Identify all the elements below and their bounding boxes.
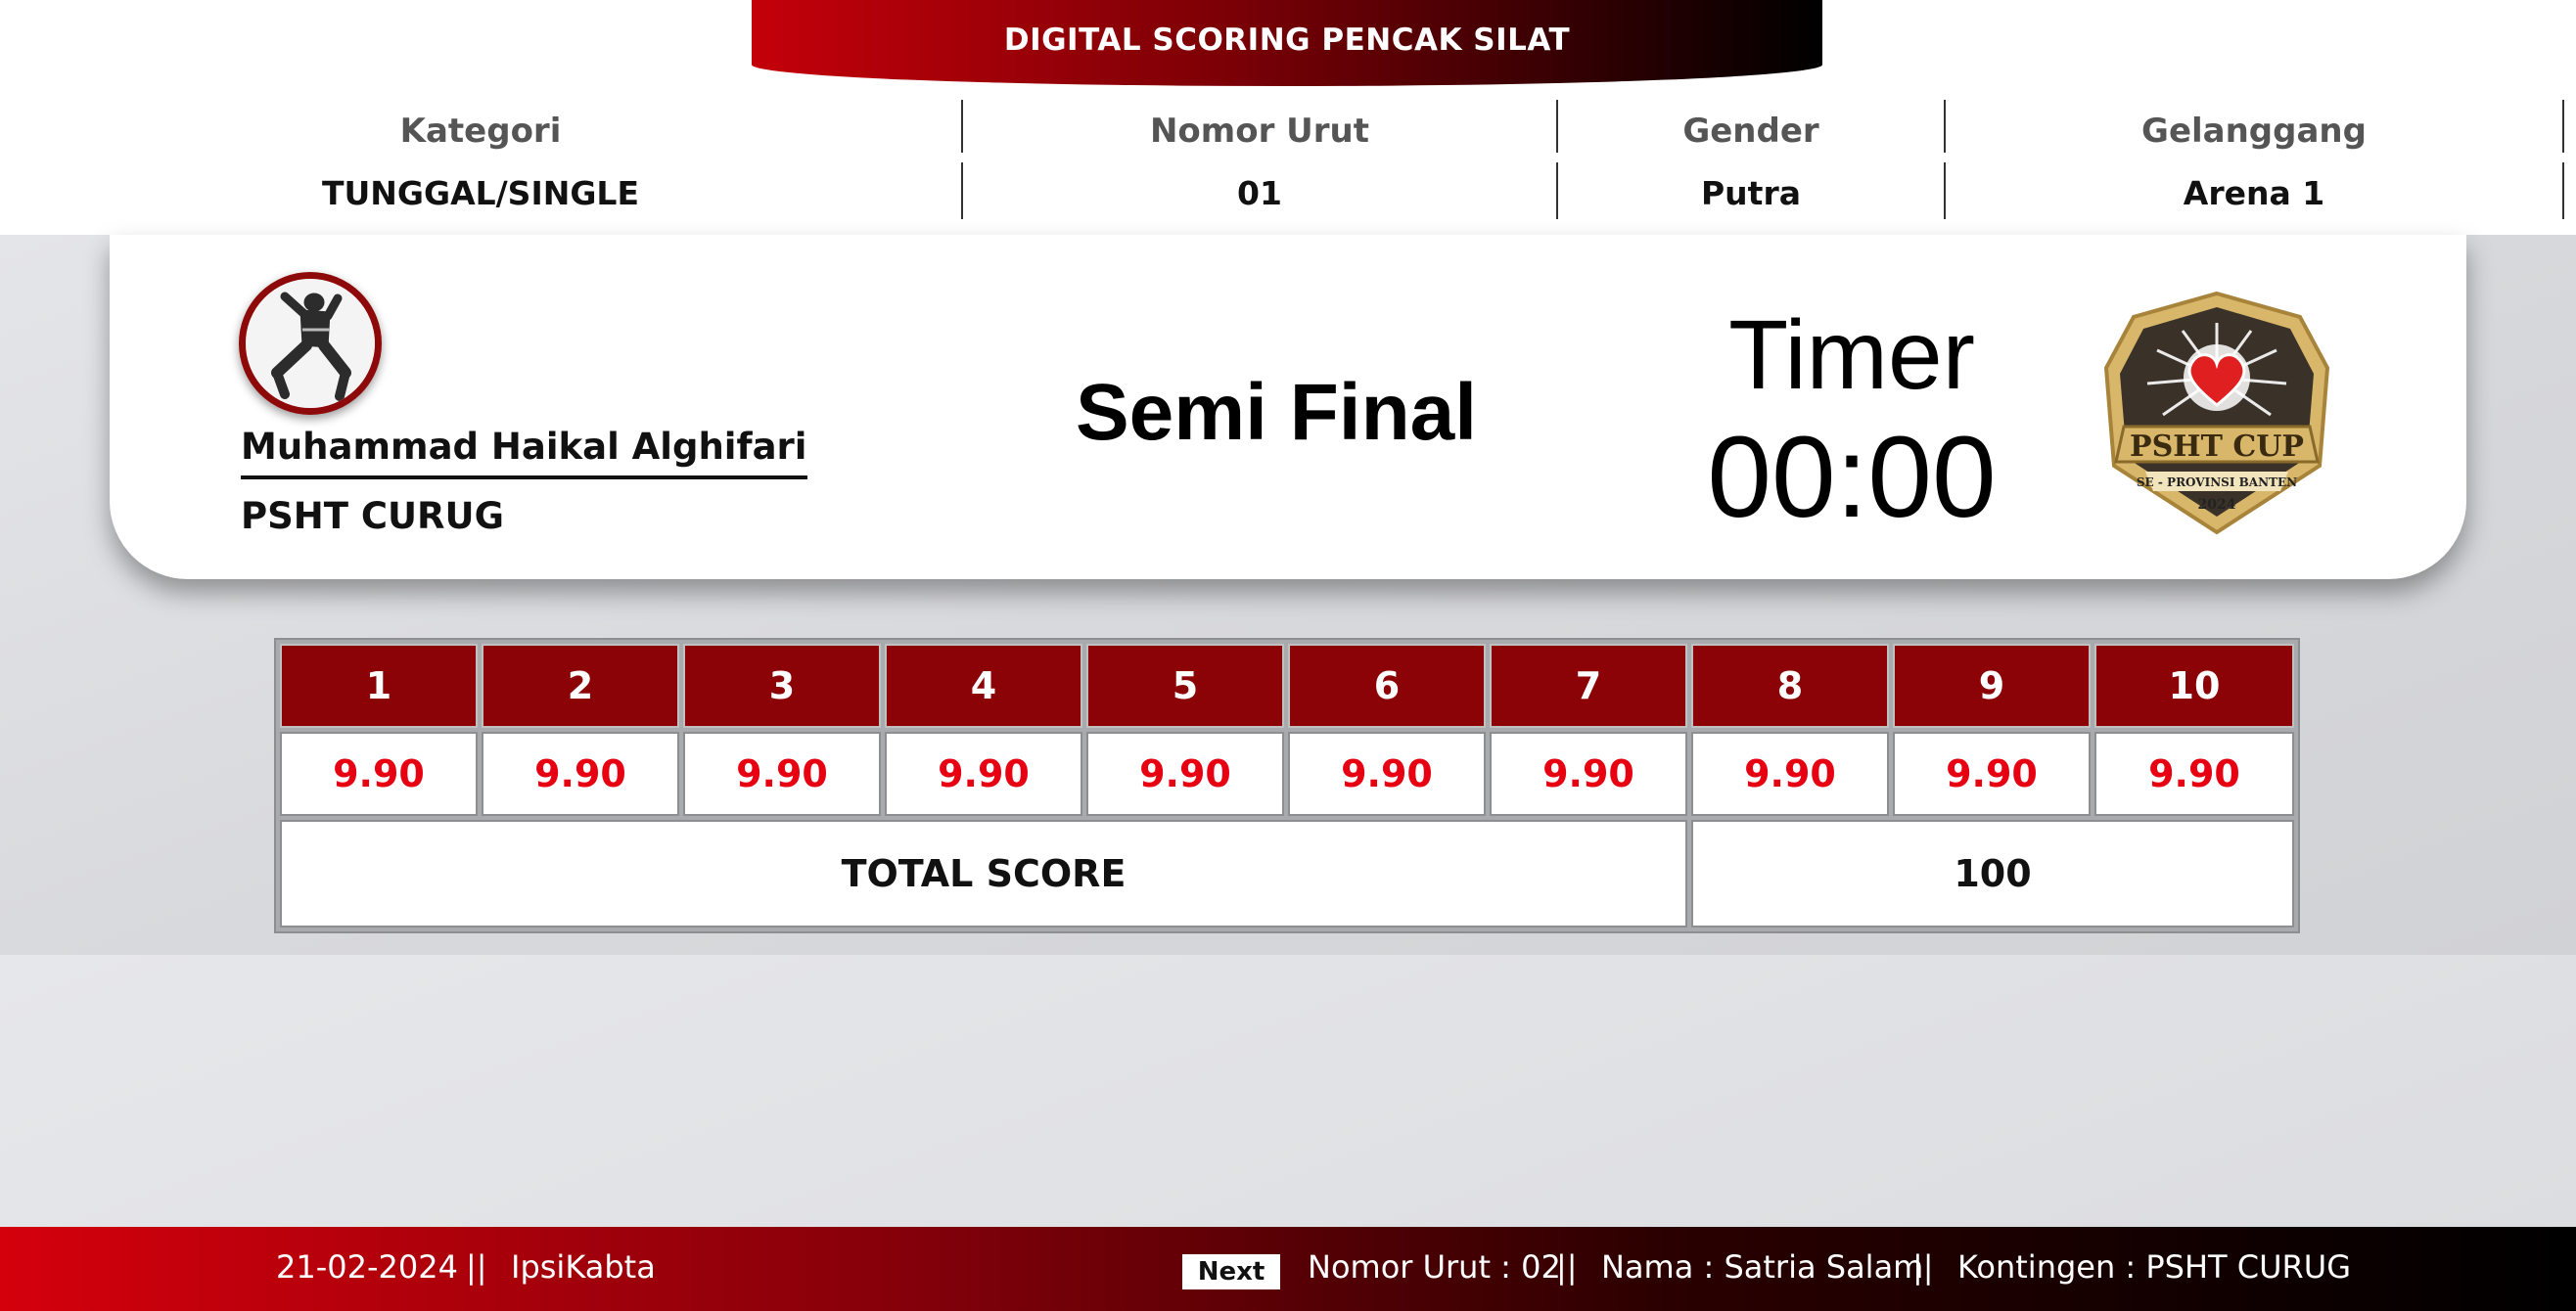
next-athlete-team: Kontingen : PSHT CURUG xyxy=(1957,1248,2351,1286)
judge-header-5: 5 xyxy=(1086,644,1284,728)
judge-score-2: 9.90 xyxy=(482,732,679,816)
header-banner: DIGITAL SCORING PENCAK SILAT xyxy=(752,0,1822,86)
background-band xyxy=(0,955,2576,1229)
psht-cup-logo: PSHT CUP SE - PROVINSI BANTEN 2024 xyxy=(2094,290,2339,536)
info-label: Kategori xyxy=(399,112,562,151)
judge-score-6: 9.90 xyxy=(1288,732,1486,816)
footer-separator: || xyxy=(1912,1248,1934,1286)
judge-score-9: 9.90 xyxy=(1893,732,2091,816)
info-value: Arena 1 xyxy=(2183,174,2325,212)
judge-score-7: 9.90 xyxy=(1490,732,1687,816)
silat-pose-icon xyxy=(239,272,382,415)
info-nomor-urut: Nomor Urut 01 xyxy=(963,102,1556,219)
judge-header-3: 3 xyxy=(683,644,881,728)
judge-header-6: 6 xyxy=(1288,644,1486,728)
judge-header-9: 9 xyxy=(1893,644,2091,728)
judge-header-10: 10 xyxy=(2094,644,2294,728)
athlete-team: PSHT CURUG xyxy=(241,495,504,537)
judge-score-3: 9.90 xyxy=(683,732,881,816)
info-label: Gender xyxy=(1682,112,1819,151)
judge-score-8: 9.90 xyxy=(1691,732,1889,816)
judge-header-2: 2 xyxy=(482,644,679,728)
footer-separator: || xyxy=(466,1248,487,1286)
logo-subtitle: SE - PROVINSI BANTEN xyxy=(2137,475,2297,489)
next-athlete-name: Nama : Satria Salam xyxy=(1601,1248,1924,1286)
athlete-name: Muhammad Haikal Alghifari xyxy=(241,426,807,479)
total-score-value: 100 xyxy=(1691,820,2294,927)
score-table: 1 2 3 4 5 6 7 8 9 10 9.90 9.90 9.90 9.90… xyxy=(274,638,2300,933)
total-score-label: TOTAL SCORE xyxy=(280,820,1687,927)
page-title: DIGITAL SCORING PENCAK SILAT xyxy=(1003,23,1571,58)
judge-score-4: 9.90 xyxy=(885,732,1082,816)
info-gelanggang: Gelanggang Arena 1 xyxy=(1946,102,2562,219)
info-label: Gelanggang xyxy=(2141,112,2367,151)
logo-title: PSHT CUP xyxy=(2130,429,2304,464)
logo-year: 2024 xyxy=(2198,497,2236,513)
info-value: TUNGGAL/SINGLE xyxy=(321,174,640,212)
match-info-strip: Kategori TUNGGAL/SINGLE Nomor Urut 01 Ge… xyxy=(0,90,2576,235)
info-value: 01 xyxy=(1237,174,1282,212)
next-badge: Next xyxy=(1182,1254,1280,1289)
timer-label: Timer xyxy=(1728,300,1975,410)
info-value: Putra xyxy=(1701,174,1801,212)
info-gender: Gender Putra xyxy=(1558,102,1944,219)
judge-header-4: 4 xyxy=(885,644,1082,728)
judge-header-8: 8 xyxy=(1691,644,1889,728)
judge-score-10: 9.90 xyxy=(2094,732,2294,816)
footer-bar: 21-02-2024 || IpsiKabta Next Nomor Urut … xyxy=(0,1227,2576,1311)
round-title: Semi Final xyxy=(1075,368,1478,457)
judge-header-7: 7 xyxy=(1490,644,1687,728)
timer-value: 00:00 xyxy=(1707,413,1997,542)
info-kategori: Kategori TUNGGAL/SINGLE xyxy=(0,102,961,219)
divider xyxy=(2560,100,2566,219)
judge-header-1: 1 xyxy=(280,644,478,728)
footer-date: 21-02-2024 xyxy=(276,1248,458,1286)
judge-score-5: 9.90 xyxy=(1086,732,1284,816)
athlete-card: Muhammad Haikal Alghifari PSHT CURUG Sem… xyxy=(110,235,2466,579)
info-label: Nomor Urut xyxy=(1149,112,1370,151)
footer-organizer: IpsiKabta xyxy=(511,1248,656,1286)
judge-score-1: 9.90 xyxy=(280,732,478,816)
footer-separator: || xyxy=(1556,1248,1578,1286)
next-order-number: Nomor Urut : 02 xyxy=(1308,1248,1561,1286)
